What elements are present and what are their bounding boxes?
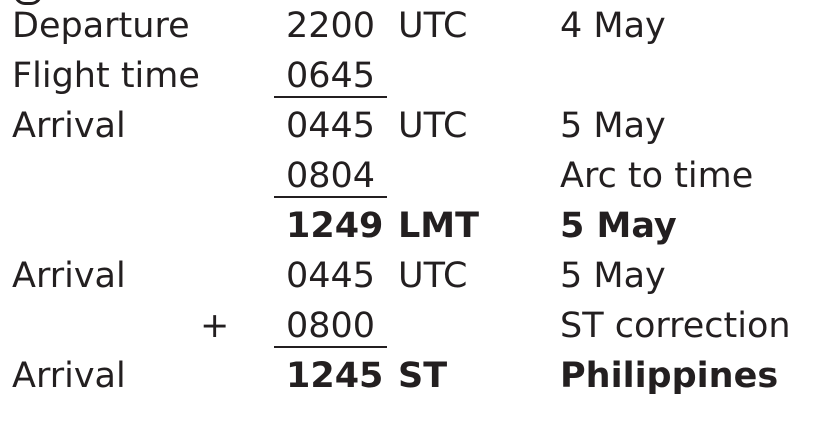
plus-sign: +: [200, 306, 230, 346]
row-time: 0800: [274, 306, 388, 348]
row-note: 5 May: [560, 256, 666, 296]
row-note: 5 May: [560, 106, 666, 146]
row-time: 0645: [274, 56, 388, 98]
row-zone: LMT: [398, 206, 480, 246]
row-zone: UTC: [398, 6, 468, 46]
row-label: Departure: [12, 6, 190, 46]
row-time: 0445: [286, 256, 376, 296]
row-zone: UTC: [398, 106, 468, 146]
row-time: 0445: [286, 106, 376, 146]
clipped-glyph-fragment: [14, 0, 42, 5]
row-time: 0804: [274, 156, 388, 198]
row-label: Arrival: [12, 106, 126, 146]
row-time: 1245: [286, 356, 384, 396]
row-note: Arc to time: [560, 156, 754, 196]
row-note: 4 May: [560, 6, 666, 46]
row-note: 5 May: [560, 206, 677, 246]
row-time: 1249: [286, 206, 384, 246]
row-note: ST correction: [560, 306, 791, 346]
row-label: Arrival: [12, 356, 126, 396]
row-zone: ST: [398, 356, 448, 396]
row-zone: UTC: [398, 256, 468, 296]
row-time: 2200: [286, 6, 376, 46]
row-label: Flight time: [12, 56, 200, 96]
row-note: Philippines: [560, 356, 779, 396]
row-label: Arrival: [12, 256, 126, 296]
